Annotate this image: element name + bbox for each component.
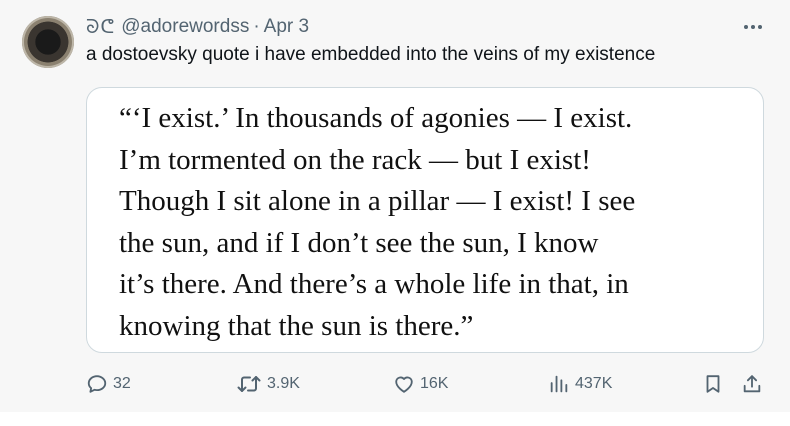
user-handle[interactable]: @adorewordss [121, 16, 249, 38]
tweet-header: ᘐᕦ @adorewordss · Apr 3 [86, 14, 309, 40]
views-count: 437K [575, 375, 613, 392]
like-button[interactable]: 16K [393, 368, 448, 400]
display-name[interactable]: ᘐᕦ [86, 16, 115, 39]
bottom-divider [0, 412, 790, 426]
heart-icon [395, 376, 413, 393]
reply-button[interactable]: 32 [86, 368, 131, 400]
repost-count: 3.9K [267, 375, 300, 392]
bookmark-button[interactable] [702, 368, 724, 400]
quote-line: Though I sit alone in a pillar — I exist… [119, 185, 636, 217]
reply-bubble-icon [87, 375, 107, 393]
reply-count: 32 [113, 375, 131, 392]
quote-line: knowing that the sun is there.” [119, 309, 474, 342]
action-bar: 32 3.9K 16K 437K [0, 368, 790, 400]
quote-line: it’s there. And there’s a whole life in … [119, 268, 629, 300]
share-upload-icon [743, 375, 761, 393]
bookmark-icon [706, 375, 720, 393]
repost-button[interactable]: 3.9K [236, 368, 300, 400]
quote-line: I’m tormented on the rack — but I exist! [119, 143, 591, 176]
quote-line: “‘I exist.’ In thousands of agonies — I … [119, 102, 633, 134]
quote-line: the sun, and if I don’t see the sun, I k… [119, 226, 599, 259]
more-options-button[interactable] [740, 14, 766, 40]
tweet: ᘐᕦ @adorewordss · Apr 3 a dostoevsky quo… [0, 0, 790, 426]
views-bar-chart-icon [550, 375, 568, 393]
avatar[interactable] [22, 16, 74, 68]
more-dots-icon [744, 25, 762, 29]
post-date[interactable]: Apr 3 [264, 16, 309, 38]
quote-text: “‘I exist.’ In thousands of agonies — I … [119, 98, 749, 347]
share-button[interactable] [741, 368, 763, 400]
tweet-text: a dostoevsky quote i have embedded into … [86, 44, 656, 65]
quote-image-card[interactable]: “‘I exist.’ In thousands of agonies — I … [86, 87, 764, 353]
like-count: 16K [420, 375, 449, 392]
views-button[interactable]: 437K [548, 368, 612, 400]
header-separator: · [253, 16, 260, 37]
repost-arrows-icon [237, 376, 261, 392]
